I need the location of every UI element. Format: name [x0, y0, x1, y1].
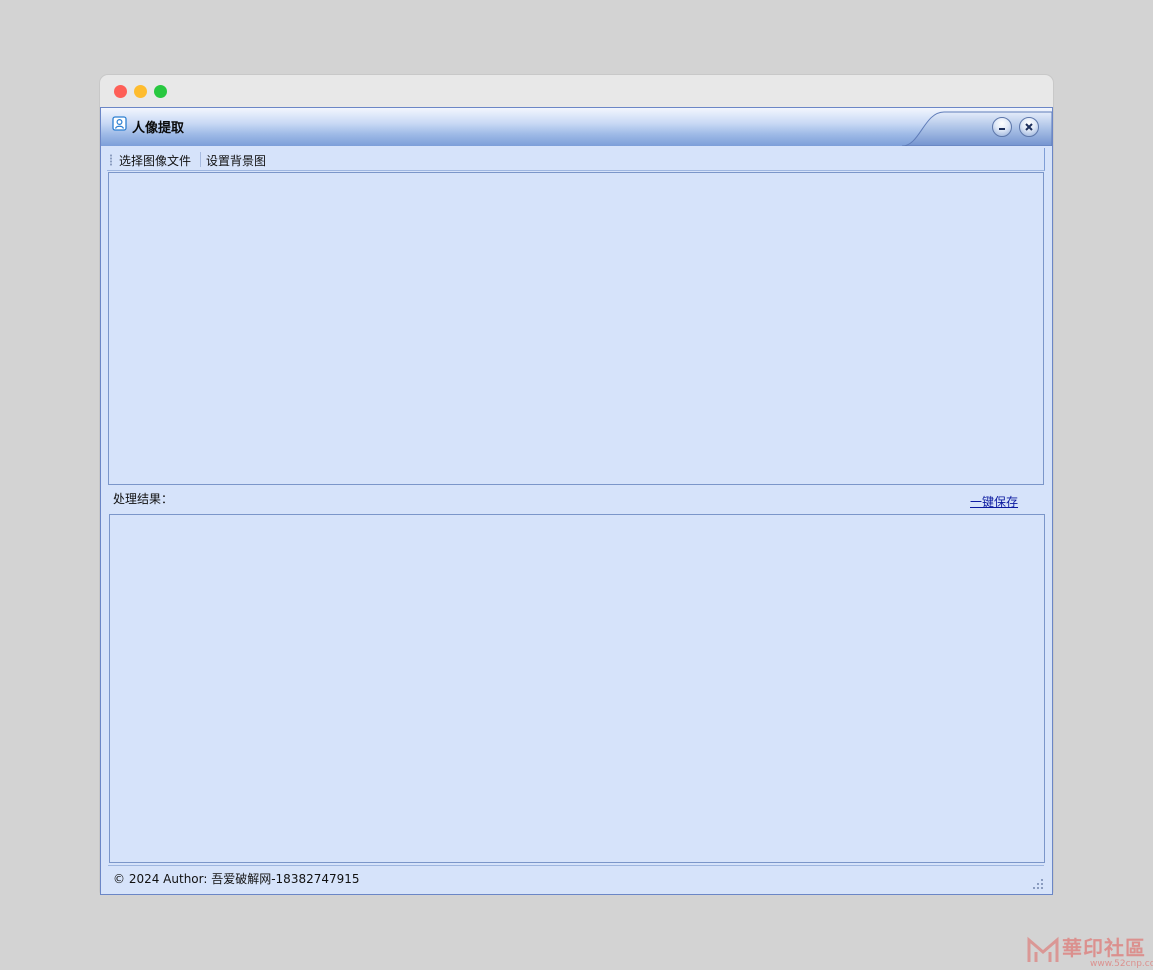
close-icon: [1025, 123, 1033, 131]
mac-minimize-button[interactable]: [134, 85, 147, 98]
menu-separator: [200, 152, 201, 167]
toolbar-menu: 选择图像文件 设置背景图: [107, 148, 1045, 171]
app-window: 人像提取 选择图像文件 设置背景图 处理结果： 一键保存 © 2024 Auth…: [100, 107, 1053, 895]
resize-grip-icon[interactable]: [1032, 878, 1044, 890]
watermark-url: www.52cnp.com: [1090, 959, 1153, 969]
portrait-app-icon: [112, 116, 128, 132]
mac-close-button[interactable]: [114, 85, 127, 98]
toolbar-grip-icon[interactable]: [110, 154, 112, 166]
source-image-panel[interactable]: [108, 172, 1044, 485]
minimize-icon: [999, 128, 1005, 130]
minimize-button[interactable]: [992, 117, 1012, 137]
status-copyright: © 2024 Author: 吾爱破解网-18382747915: [113, 872, 360, 886]
status-bar: © 2024 Author: 吾爱破解网-18382747915: [108, 865, 1044, 894]
mac-zoom-button[interactable]: [154, 85, 167, 98]
result-label: 处理结果：: [113, 492, 174, 506]
watermark-logo-icon: [1027, 936, 1059, 962]
menu-set-background[interactable]: 设置背景图: [206, 152, 266, 169]
watermark-text: 華印社區: [1062, 936, 1146, 960]
watermark: 華印社區 www.52cnp.com: [1022, 930, 1153, 970]
close-button[interactable]: [1019, 117, 1039, 137]
window-title: 人像提取: [132, 121, 185, 136]
result-image-panel[interactable]: [109, 514, 1045, 863]
outer-window-frame: 人像提取 选择图像文件 设置背景图 处理结果： 一键保存 © 2024 Auth…: [100, 75, 1053, 895]
menu-select-image-file[interactable]: 选择图像文件: [119, 152, 191, 169]
title-bar[interactable]: 人像提取: [101, 108, 1052, 146]
save-all-link[interactable]: 一键保存: [970, 493, 1018, 510]
